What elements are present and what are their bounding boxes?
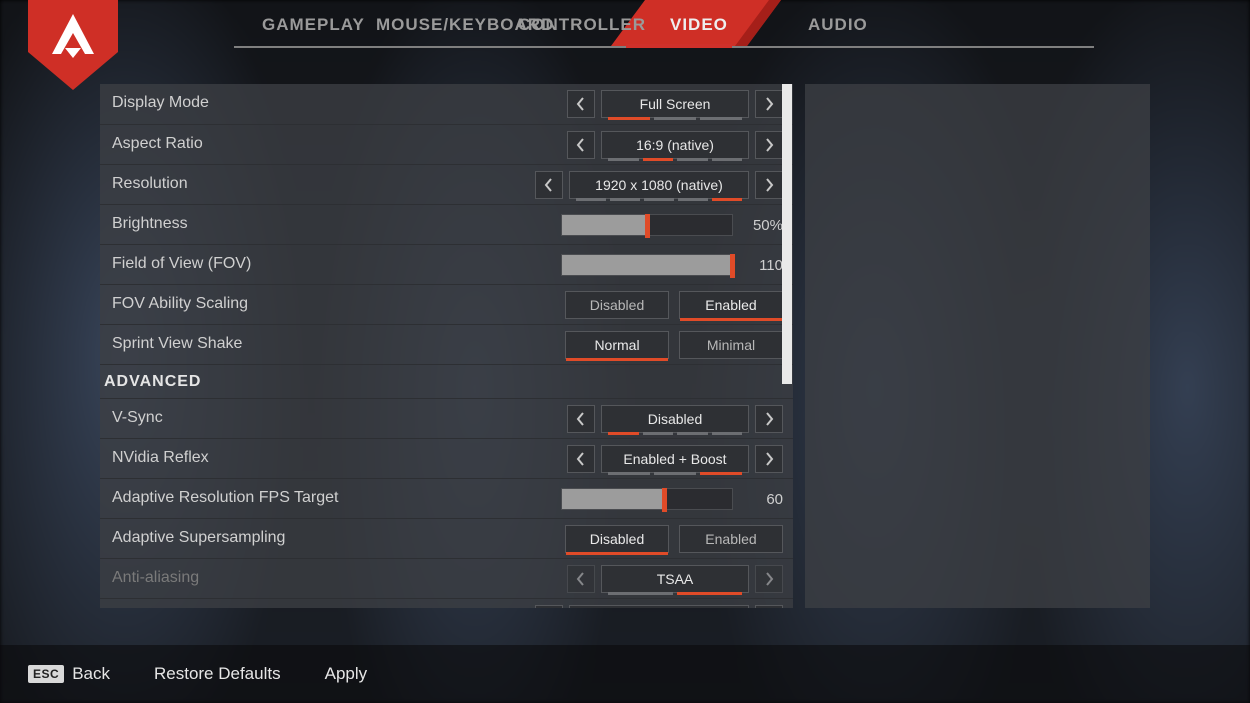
display_mode-label: Display Mode [112,94,209,112]
adaptive_ss-option-disabled[interactable]: Disabled [565,525,669,553]
row-vsync: V-Sync Disabled [100,398,793,438]
vsync-value[interactable]: Disabled [601,405,749,433]
display_mode-next[interactable] [755,90,783,118]
reflex-value-text: Enabled + Boost [623,451,726,467]
aa-value-text: TSAA [657,571,694,587]
row-adaptive_ss: Adaptive Supersampling Disabled Enabled [100,518,793,558]
fov-label: Field of View (FOV) [112,255,251,273]
sprint_shake-label: Sprint View Shake [112,335,242,353]
row-fov_scaling: FOV Ability Scaling Disabled Enabled [100,284,793,324]
brightness-track[interactable] [561,214,733,236]
brightness-slider: 50% [561,213,783,237]
row-tex_budget: Texture Streaming Budget High (4GB VRAM) [100,598,793,608]
tex_budget-next[interactable] [755,605,783,608]
reflex-stepper: Enabled + Boost [567,445,783,473]
row-aa: Anti-aliasing TSAA [100,558,793,598]
sprint_shake-toggle: Normal Minimal [565,331,783,359]
resolution-prev[interactable] [535,171,563,199]
row-fov: Field of View (FOV) 110 [100,244,793,284]
adaptive_ss-toggle: Disabled Enabled [565,525,783,553]
apply-button[interactable]: Apply [325,664,368,684]
footer-bar: ESC Back Restore Defaults Apply [0,645,1250,703]
brightness-value-text: 50% [743,217,783,234]
aa-value[interactable]: TSAA [601,565,749,593]
brightness-label: Brightness [112,215,188,233]
resolution-next[interactable] [755,171,783,199]
display_mode-value-text: Full Screen [640,96,711,112]
fov-slider: 110 [561,253,783,277]
aspect_ratio-next[interactable] [755,131,783,159]
section-advanced: ADVANCED [100,364,793,398]
aspect_ratio-prev[interactable] [567,131,595,159]
aspect_ratio-label: Aspect Ratio [112,135,203,153]
vsync-next[interactable] [755,405,783,433]
vsync-value-text: Disabled [648,411,702,427]
fov-track[interactable] [561,254,733,276]
row-brightness: Brightness 50% [100,204,793,244]
display_mode-value[interactable]: Full Screen [601,90,749,118]
resolution-value-text: 1920 x 1080 (native) [595,177,723,193]
esc-keycap: ESC [28,665,64,683]
row-resolution: Resolution 1920 x 1080 (native) [100,164,793,204]
tab-controller[interactable]: CONTROLLER [518,14,646,58]
tab-gameplay[interactable]: GAMEPLAY [262,14,365,58]
row-sprint_shake: Sprint View Shake Normal Minimal [100,324,793,364]
fov_scaling-option-enabled[interactable]: Enabled [679,291,783,319]
row-adaptive_fps: Adaptive Resolution FPS Target 60 [100,478,793,518]
tab-video[interactable]: VIDEO [670,14,728,58]
display_mode-stepper: Full Screen [567,90,783,118]
fov_scaling-label: FOV Ability Scaling [112,295,248,313]
reflex-value[interactable]: Enabled + Boost [601,445,749,473]
aspect_ratio-stepper: 16:9 (native) [567,131,783,159]
description-panel [805,84,1150,608]
row-display_mode: Display Mode Full Screen [100,84,793,124]
sprint_shake-option-minimal[interactable]: Minimal [679,331,783,359]
back-button[interactable]: ESC Back [28,664,110,684]
tex_budget-stepper: High (4GB VRAM) [535,605,783,608]
display_mode-prev[interactable] [567,90,595,118]
aa-stepper: TSAA [567,565,783,593]
aspect_ratio-value[interactable]: 16:9 (native) [601,131,749,159]
aa-next [755,565,783,593]
reflex-prev[interactable] [567,445,595,473]
fov_scaling-option-disabled[interactable]: Disabled [565,291,669,319]
adaptive_ss-option-enabled[interactable]: Enabled [679,525,783,553]
tex_budget-prev[interactable] [535,605,563,608]
tab-underline [234,46,1094,48]
vsync-prev[interactable] [567,405,595,433]
adaptive_fps-track[interactable] [561,488,733,510]
tex_budget-value[interactable]: High (4GB VRAM) [569,605,749,608]
adaptive_fps-slider: 60 [561,487,783,511]
tab-bar: GAMEPLAYMOUSE/KEYBOARDCONTROLLERVIDEOAUD… [0,0,1250,62]
resolution-stepper: 1920 x 1080 (native) [535,171,783,199]
vsync-label: V-Sync [112,409,163,427]
row-aspect_ratio: Aspect Ratio 16:9 (native) [100,124,793,164]
restore-defaults-button[interactable]: Restore Defaults [154,664,281,684]
row-reflex: NVidia Reflex Enabled + Boost [100,438,793,478]
adaptive_ss-label: Adaptive Supersampling [112,529,285,547]
reflex-next[interactable] [755,445,783,473]
adaptive_fps-label: Adaptive Resolution FPS Target [112,489,339,507]
back-label: Back [72,664,110,684]
tab-audio[interactable]: AUDIO [808,14,868,58]
fov-value-text: 110 [743,257,783,274]
sprint_shake-option-normal[interactable]: Normal [565,331,669,359]
resolution-value[interactable]: 1920 x 1080 (native) [569,171,749,199]
reflex-label: NVidia Reflex [112,449,209,467]
scrollbar[interactable] [782,84,792,384]
aa-label: Anti-aliasing [112,569,199,587]
aspect_ratio-value-text: 16:9 (native) [636,137,714,153]
vsync-stepper: Disabled [567,405,783,433]
fov_scaling-toggle: Disabled Enabled [565,291,783,319]
section-advanced-label: ADVANCED [104,373,201,391]
video-settings-panel: Display Mode Full Screen Aspect Ratio 16… [100,84,793,608]
resolution-label: Resolution [112,175,188,193]
adaptive_fps-value-text: 60 [743,491,783,508]
aa-prev [567,565,595,593]
